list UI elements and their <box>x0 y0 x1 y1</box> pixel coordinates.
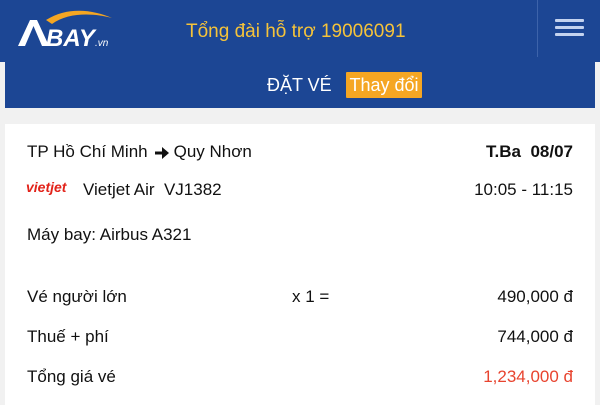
flight-day: T.Ba <box>486 142 521 161</box>
flight-card: TP Hồ Chí Minh Quy Nhơn T.Ba 08/07 vietje… <box>5 124 595 405</box>
airline-logo-text: vietjet <box>26 179 68 195</box>
adult-price: 490,000 đ <box>497 287 573 306</box>
arrow-right-icon <box>154 147 169 159</box>
tax-fee-price: 744,000 đ <box>497 327 573 346</box>
destination-city: Quy Nhơn <box>173 142 252 161</box>
total-label: Tổng giá vé <box>27 367 116 386</box>
airline-info: Vietjet Air VJ1382 <box>83 180 222 200</box>
booking-title: ĐẶT VÉ <box>267 75 332 95</box>
adult-ticket-label: Vé người lớn <box>27 287 127 306</box>
vietjet-logo: vietjet <box>26 179 68 195</box>
tax-fee-label: Thuế + phí <box>27 327 109 346</box>
logo-suffix: .vn <box>95 38 109 49</box>
flight-number: VJ1382 <box>163 180 222 199</box>
abay-logo[interactable]: BAY .vn <box>16 8 116 54</box>
total-price: 1,234,000 đ <box>483 367 573 386</box>
change-button[interactable]: Thay đổi <box>346 72 422 98</box>
airline-name: Vietjet Air <box>83 180 155 199</box>
aircraft-type: Máy bay: Airbus A321 <box>27 225 192 244</box>
route: TP Hồ Chí Minh Quy Nhơn <box>27 142 252 162</box>
adult-quantity: x 1 = <box>292 287 330 306</box>
booking-bar: ĐẶT VÉ Thay đổi <box>5 62 595 108</box>
origin-city: TP Hồ Chí Minh <box>27 142 148 161</box>
menu-button[interactable] <box>537 0 600 57</box>
header: BAY .vn Tổng đài hỗ trợ 19006091 <box>0 0 600 62</box>
flight-time: 10:05 - 11:15 <box>474 180 573 199</box>
flight-date-value: 08/07 <box>530 142 573 161</box>
logo-text: BAY <box>46 25 97 52</box>
hotline-text[interactable]: Tổng đài hỗ trợ 19006091 <box>186 21 406 43</box>
flight-date: T.Ba 08/07 <box>385 142 573 162</box>
